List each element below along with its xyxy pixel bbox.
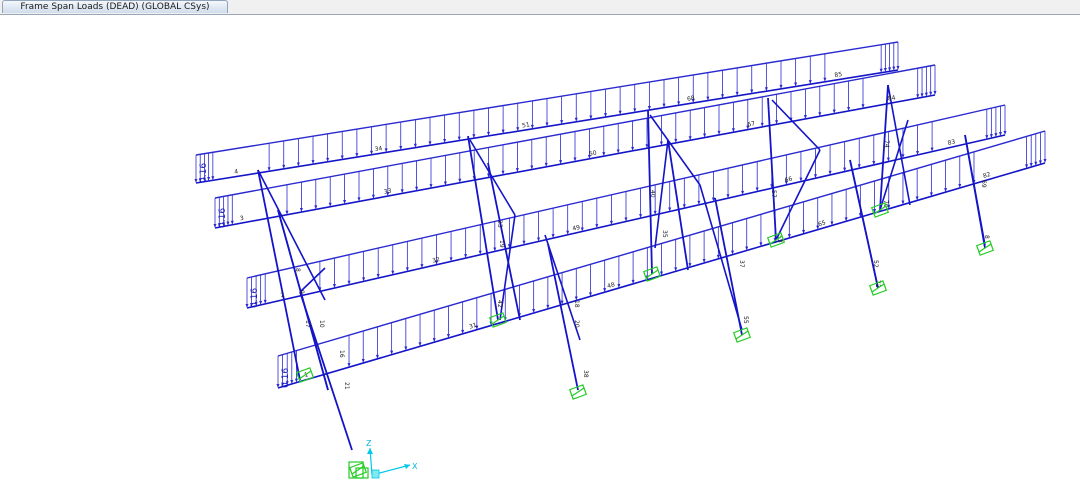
column-label: 35 — [661, 230, 668, 238]
frame-label: 68 — [687, 95, 696, 103]
brace — [699, 184, 743, 331]
beam-2 — [214, 94, 936, 229]
axis-z-label: Z — [366, 439, 372, 448]
brace — [649, 114, 701, 186]
frame-labels: 4345168853335067842324966831314865828917… — [234, 71, 992, 390]
load-diagram-3: 0.16 — [245, 104, 1007, 308]
beam-3 — [246, 134, 1006, 309]
column-label: 16 — [338, 350, 345, 358]
frame-label: 67 — [747, 120, 756, 128]
pin-support-icon — [642, 266, 662, 282]
pin-support-icon — [568, 384, 588, 400]
column-label: 23 — [496, 220, 503, 228]
pin-supports — [295, 202, 995, 479]
column-label: 37 — [738, 260, 745, 268]
brace — [257, 169, 326, 301]
column-label: 8 — [294, 268, 301, 272]
load-diagram-4: 0.16 — [276, 130, 1047, 388]
brace — [849, 159, 879, 289]
pin-support-icon — [868, 280, 888, 296]
distributed-load-diagrams: 0.160.160.160.16 — [194, 41, 1047, 388]
frame-label: 3 — [239, 215, 244, 223]
tab-strip: Frame Span Loads (DEAD) (GLOBAL CSys) — [0, 0, 1080, 15]
frame-label: 84 — [887, 94, 896, 102]
brace — [775, 149, 821, 241]
frame-label: 85 — [834, 71, 843, 79]
column-label: 57 — [770, 190, 777, 198]
app-window: Frame Span Loads (DEAD) (GLOBAL CSys) 0.… — [0, 0, 1080, 488]
pin-support-icon — [348, 462, 368, 478]
column — [547, 243, 579, 391]
axis-triad-icon: X Z — [366, 439, 418, 479]
frame-label: 4 — [234, 168, 239, 176]
frame-label: 33 — [383, 187, 392, 195]
pin-support-icon — [732, 327, 752, 343]
frame-label: 51 — [522, 121, 531, 129]
support-diagonal — [351, 465, 365, 475]
brace — [887, 84, 911, 206]
column-label: 55 — [742, 316, 749, 324]
column-label: 52 — [872, 260, 879, 268]
column — [467, 135, 499, 321]
column-label: 20 — [573, 320, 580, 328]
column-label: 8 — [983, 235, 990, 239]
column-label: 42 — [496, 300, 503, 308]
axis-x-label: X — [412, 462, 418, 471]
load-diagram-1: 0.16 — [194, 41, 900, 183]
frame-label: 50 — [588, 149, 597, 157]
column-label: 21 — [343, 382, 350, 390]
brace — [771, 99, 821, 151]
column-label: 69 — [980, 180, 987, 188]
column-label: 17 — [304, 320, 311, 328]
model-viewport[interactable]: 0.16 0.16 0.16 0.16 4 34 51 68 85 3 33 50 67 84 2 32 49… — [0, 15, 1080, 488]
column-label: 19 — [498, 240, 505, 248]
load-value-label: 0.16 — [218, 208, 228, 228]
column — [767, 97, 777, 241]
load-value-label: 0.16 — [199, 163, 209, 183]
column-label: 40 — [649, 190, 656, 198]
brace — [469, 139, 516, 216]
column — [257, 169, 301, 381]
column-label: 10 — [318, 320, 325, 328]
frame-label: 2 — [280, 291, 285, 299]
column-label: 74 — [883, 140, 890, 148]
column-label: 9 — [298, 290, 305, 294]
brace — [299, 267, 326, 293]
load-arrow-head — [1003, 131, 1007, 135]
structure-model-view[interactable]: 0.160.160.160.16 43451688533350678423249… — [0, 15, 1080, 488]
load-arrow-head — [1043, 159, 1047, 163]
frame-label: 34 — [374, 145, 383, 153]
pin-support-icon — [975, 240, 995, 256]
column-label: 18 — [573, 300, 580, 308]
tab-frame-span-loads[interactable]: Frame Span Loads (DEAD) (GLOBAL CSys) — [2, 0, 228, 13]
pin-support-icon — [488, 312, 508, 328]
column-label: 38 — [582, 370, 589, 378]
